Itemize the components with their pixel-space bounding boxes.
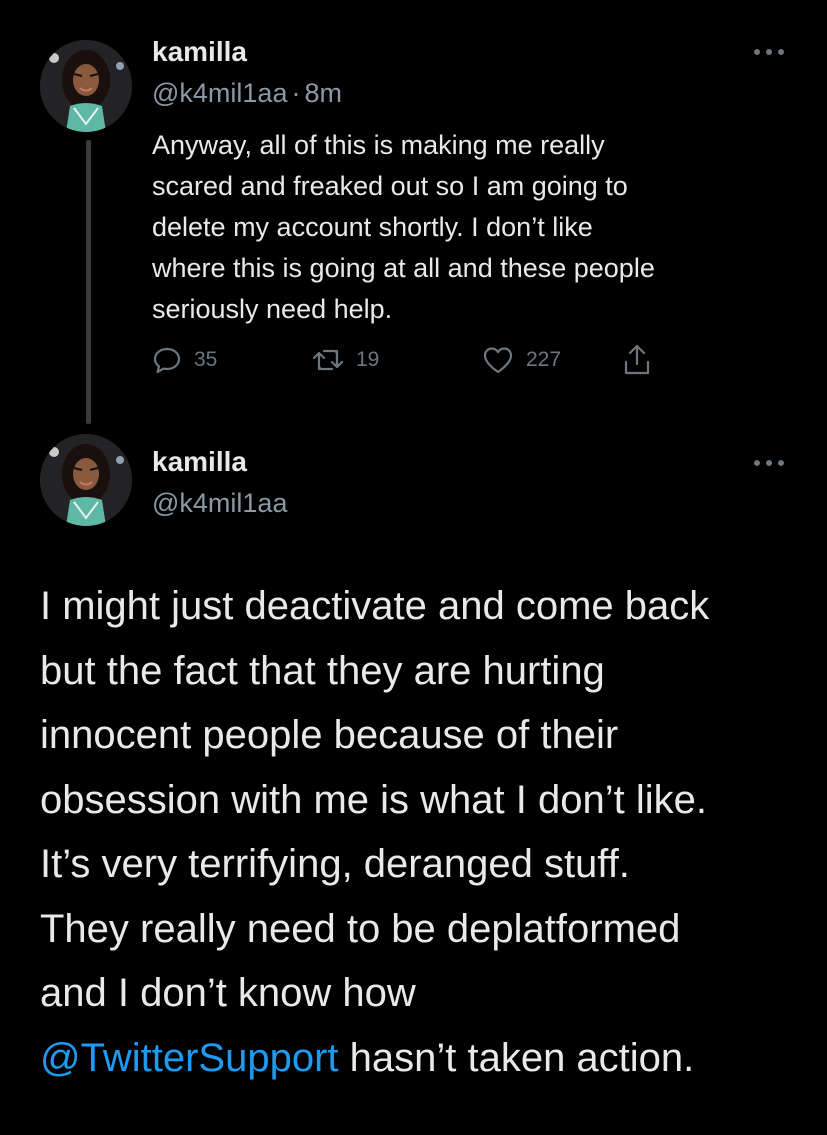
tweet-text-line: innocent people because of their	[40, 713, 619, 757]
more-options-icon[interactable]	[752, 455, 786, 466]
mention-link[interactable]: @TwitterSupport	[40, 1036, 339, 1080]
tweet-text-line-last: @TwitterSupport hasn’t taken action.	[40, 1026, 800, 1091]
tweet-text-line: but the fact that they are hurting	[40, 648, 605, 693]
author-name[interactable]: kamilla	[152, 446, 247, 478]
tweet-text-line: I might just deactivate and come back	[40, 584, 710, 628]
tweet-text-line: and I don’t know how	[40, 971, 416, 1015]
author-handle[interactable]: @k4mil1aa	[152, 488, 287, 519]
tweet-text-line: They really need to be deplatformed	[40, 906, 681, 951]
tweet-text-fragment: hasn’t taken action.	[338, 1035, 695, 1080]
tweet-text-line: It’s very terrifying, deranged stuff.	[40, 842, 630, 886]
tweet-text: I might just deactivate and come back bu…	[40, 574, 800, 1090]
tweet-text-line: obsession with me is what I don’t like.	[40, 777, 707, 822]
tweet-2[interactable]: kamilla @k4mil1aa I might just deactivat…	[0, 0, 827, 1135]
avatar[interactable]	[40, 434, 132, 526]
